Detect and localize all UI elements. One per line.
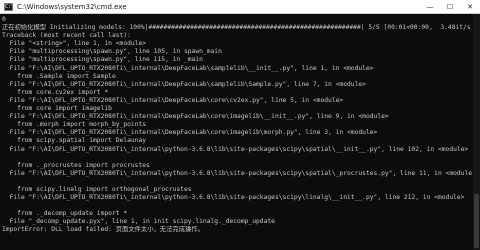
console-line: from ._decomp_update import *: [2, 210, 128, 218]
console-line: ImportError: DLL load failed: 页面文件太小，无法完…: [2, 226, 204, 234]
console-line: File "F:\AI\DFL_UPTO_RTX2080Ti\_internal…: [2, 80, 366, 88]
console-line: from scipy.spatial import Delaunay: [2, 137, 147, 145]
console-line: File "F:\AI\DFL_UPTO_RTX2080Ti\_internal…: [2, 194, 465, 202]
console-line: from core import imagelib: [2, 105, 112, 113]
scrollbar-thumb[interactable]: [474, 194, 479, 248]
console-line: File "_decomp_update.pyx", line 1, in in…: [2, 218, 275, 226]
title-bar[interactable]: C:\ C:\Windows\system32\cmd.exe — ☐ ✕: [0, 0, 480, 14]
console-line: from .morph import morph_by_points: [2, 121, 147, 129]
console-output[interactable]: 0 正在初始化模型 Initializing models: 100%|#####…: [2, 15, 472, 250]
console-line: Traceback (most recent call last):: [2, 32, 131, 40]
console-line: File "F:\AI\DFL_UPTO_RTX2080Ti\_internal…: [2, 64, 374, 72]
console-line: from .Sample import Sample: [2, 72, 116, 80]
console-line: File "F:\AI\DFL_UPTO_RTX2080Ti\_internal…: [2, 113, 389, 121]
cmd-window: C:\ C:\Windows\system32\cmd.exe — ☐ ✕ 0正…: [0, 0, 480, 250]
console-line: File "F:\AI\DFL_UPTO_RTX2080Ti\_internal…: [2, 96, 344, 104]
console-line: File "F:\AI\DFL_UPTO_RTX2080Ti\_internal…: [2, 129, 378, 137]
console-line: File "multiprocessing\spawn.py", line 10…: [2, 48, 222, 56]
console-line: 0: [2, 16, 6, 23]
console-line: 正在初始化模型 Initializing models: 100%|######…: [2, 24, 472, 32]
cmd-icon: C:\: [4, 2, 13, 11]
maximize-button[interactable]: ☐: [440, 0, 460, 14]
window-title: C:\Windows\system32\cmd.exe: [17, 2, 127, 11]
close-button[interactable]: ✕: [460, 0, 480, 14]
vertical-scrollbar[interactable]: [473, 14, 480, 250]
console-line: File "<string>", line 1, in <module>: [2, 40, 147, 48]
window-controls: — ☐ ✕: [420, 0, 480, 14]
console-line: File "F:\AI\DFL_UPTO_RTX2080Ti\_internal…: [2, 169, 472, 177]
console-line: from ._procrustes import procrustes: [2, 161, 150, 169]
console-line: from core.cv2ex import *: [2, 88, 109, 96]
console-line: File "multiprocessing\spawn.py", line 11…: [2, 56, 203, 64]
console-line: File "F:\AI\DFL_UPTO_RTX2080Ti\_internal…: [2, 145, 469, 153]
console-line: from scipy.linalg import orthogonal_proc…: [2, 185, 192, 193]
minimize-button[interactable]: —: [420, 0, 440, 14]
